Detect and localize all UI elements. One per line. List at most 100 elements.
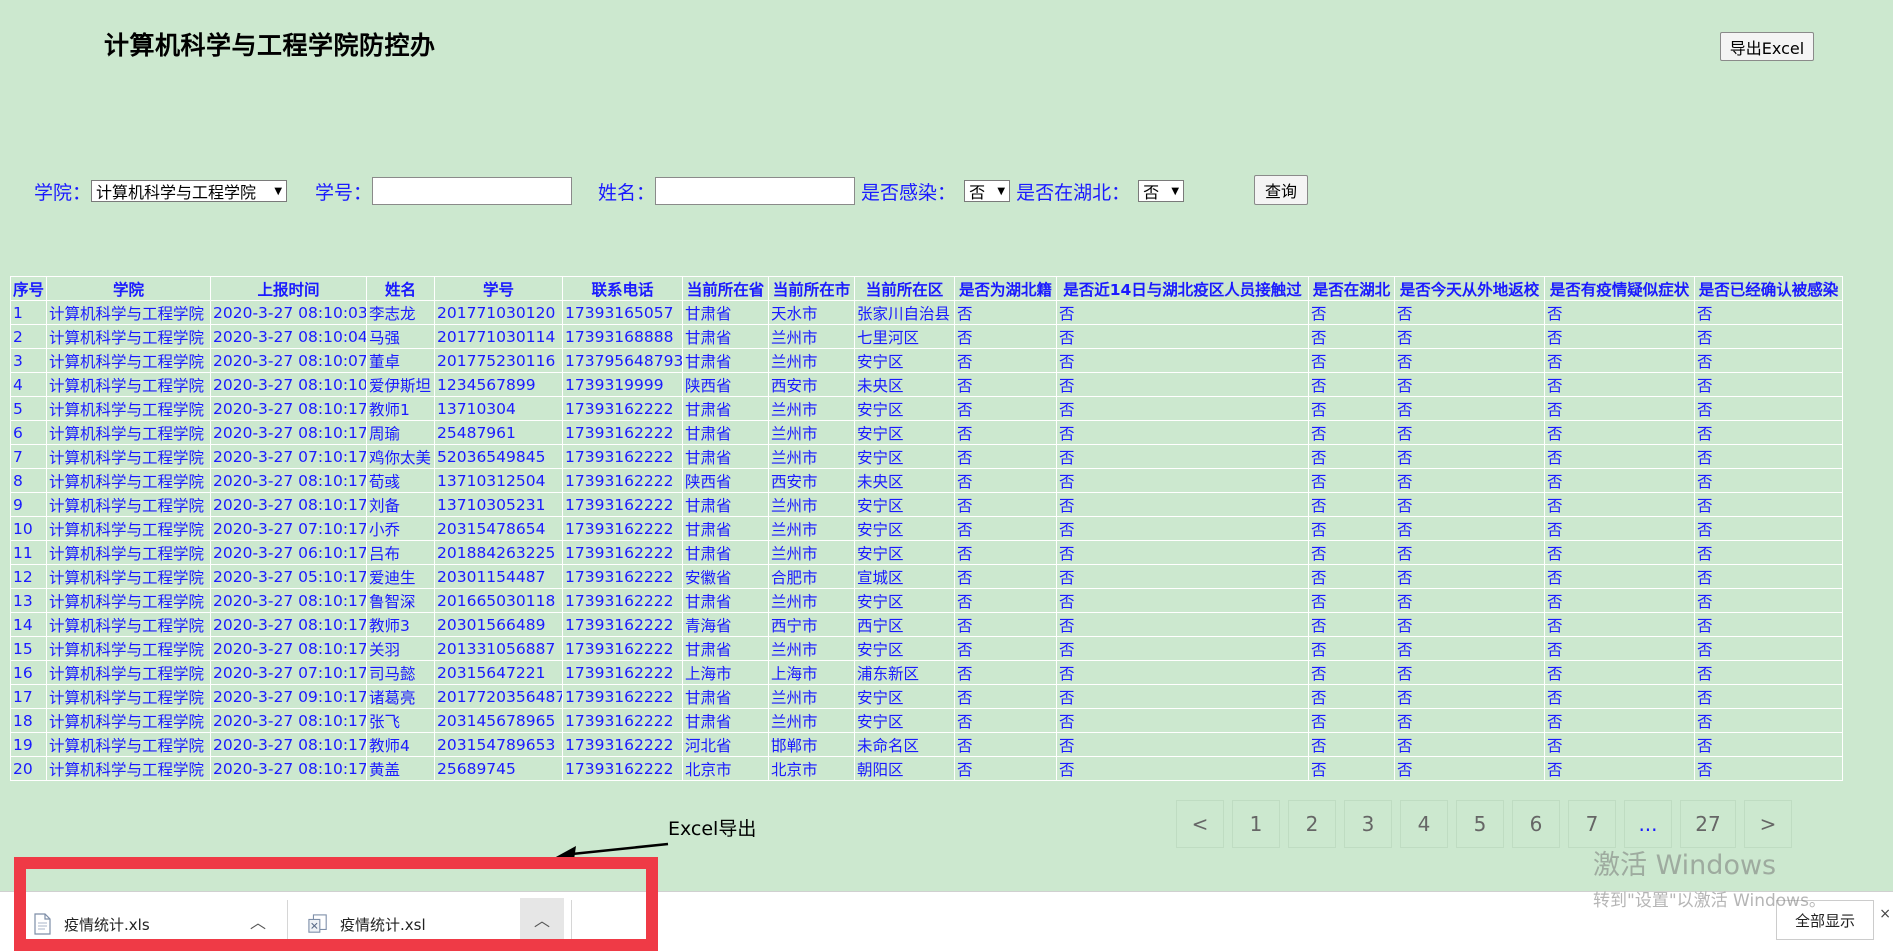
table-cell: 2020-3-27 08:10:17	[210, 396, 367, 421]
table-cell: 甘肃省	[682, 444, 769, 469]
table-cell: 否	[1056, 444, 1309, 469]
annotation-arrow-icon	[554, 842, 669, 860]
download-item-1-menu-button[interactable]: ︿	[236, 900, 280, 942]
table-cell: 2020-3-27 08:10:07	[210, 348, 367, 373]
infected-select[interactable]: 否 ▼	[964, 180, 1011, 202]
table-cell: 马强	[366, 324, 435, 349]
pagination-page-27[interactable]: 27	[1680, 800, 1736, 848]
column-header: 是否在湖北	[1308, 276, 1395, 301]
table-cell: 否	[954, 420, 1057, 445]
pagination-page-6[interactable]: 6	[1512, 800, 1560, 848]
table-cell: 黄盖	[366, 756, 435, 781]
pagination-page-7[interactable]: 7	[1568, 800, 1616, 848]
export-excel-button[interactable]: 导出Excel	[1720, 32, 1814, 61]
download-item-2-menu-button[interactable]: ︿	[520, 898, 564, 940]
table-cell: 安宁区	[854, 588, 955, 613]
table-cell: 19	[10, 732, 47, 757]
column-header: 姓名	[366, 276, 435, 301]
pagination-ellipsis[interactable]: ...	[1624, 800, 1672, 848]
table-cell: 14	[10, 612, 47, 637]
table-cell: 否	[954, 588, 1057, 613]
table-cell: 周瑜	[366, 420, 435, 445]
table-cell: 否	[1394, 324, 1545, 349]
table-cell: 河北省	[682, 732, 769, 757]
table-cell: 天水市	[768, 300, 855, 325]
download-item-1[interactable]: 疫情统计.xls	[32, 906, 150, 942]
table-cell: 计算机科学与工程学院	[46, 300, 211, 325]
table-cell: 否	[954, 636, 1057, 661]
table-cell: 否	[1544, 348, 1695, 373]
download-item-2[interactable]: 疫情统计.xsl	[308, 906, 426, 942]
table-cell: 17393162222	[562, 444, 683, 469]
table-cell: 否	[954, 444, 1057, 469]
table-cell: 7	[10, 444, 47, 469]
table-cell: 否	[1056, 660, 1309, 685]
table-cell: 教师4	[366, 732, 435, 757]
table-cell: 2020-3-27 07:10:17	[210, 660, 367, 685]
table-cell: 201775230116	[434, 348, 563, 373]
table-cell: 未央区	[854, 372, 955, 397]
table-cell: 甘肃省	[682, 324, 769, 349]
table-row: 16 计算机科学与工程学院 2020-3-27 07:10:17 司马懿 2031564…	[10, 660, 1843, 685]
table-cell: 否	[954, 540, 1057, 565]
table-cell: 否	[1308, 540, 1395, 565]
table-cell: 青海省	[682, 612, 769, 637]
table-cell: 17393162222	[562, 684, 683, 709]
table-cell: 否	[1394, 564, 1545, 589]
table-cell: 甘肃省	[682, 300, 769, 325]
table-cell: 否	[954, 468, 1057, 493]
pagination-page-1[interactable]: 1	[1232, 800, 1280, 848]
table-cell: 计算机科学与工程学院	[46, 756, 211, 781]
table-cell: 甘肃省	[682, 396, 769, 421]
pagination-page-2[interactable]: 2	[1288, 800, 1336, 848]
table-cell: 否	[1308, 372, 1395, 397]
pagination-page-3[interactable]: 3	[1344, 800, 1392, 848]
table-cell: 2	[10, 324, 47, 349]
close-download-bar-icon[interactable]: ×	[1879, 906, 1891, 922]
pagination-page-5[interactable]: 5	[1456, 800, 1504, 848]
table-cell: 否	[1308, 300, 1395, 325]
pagination-page-4[interactable]: 4	[1400, 800, 1448, 848]
table-cell: 3	[10, 348, 47, 373]
in-hubei-label: 是否在湖北：	[1016, 181, 1131, 204]
pagination-next-button[interactable]: >	[1744, 800, 1792, 848]
table-cell: 计算机科学与工程学院	[46, 660, 211, 685]
table-cell: 否	[1394, 420, 1545, 445]
table-cell: 否	[954, 708, 1057, 733]
table-cell: 否	[1544, 660, 1695, 685]
student-id-input[interactable]	[372, 177, 573, 205]
table-cell: 17393162222	[562, 588, 683, 613]
table-cell: 兰州市	[768, 636, 855, 661]
table-cell: 计算机科学与工程学院	[46, 372, 211, 397]
table-cell: 17393165057	[562, 300, 683, 325]
table-cell: 否	[1056, 636, 1309, 661]
table-cell: 否	[1694, 372, 1843, 397]
table-cell: 2017720356487	[434, 684, 563, 709]
table-cell: 13710312504	[434, 468, 563, 493]
table-cell: 25689745	[434, 756, 563, 781]
table-cell: 爱伊斯坦	[366, 372, 435, 397]
table-cell: 教师1	[366, 396, 435, 421]
name-input[interactable]	[655, 177, 856, 205]
college-select[interactable]: 计算机科学与工程学院 ▼	[91, 180, 288, 202]
table-cell: 甘肃省	[682, 540, 769, 565]
infected-label: 是否感染：	[861, 181, 957, 204]
page-title: 计算机科学与工程学院防控办	[104, 31, 436, 60]
table-cell: 否	[954, 324, 1057, 349]
in-hubei-select[interactable]: 否 ▼	[1138, 180, 1185, 202]
table-cell: 否	[1308, 708, 1395, 733]
column-header: 上报时间	[210, 276, 367, 301]
chevron-up-icon: ︿	[249, 913, 266, 932]
table-cell: 兰州市	[768, 396, 855, 421]
table-cell: 18	[10, 708, 47, 733]
table-cell: 北京市	[768, 756, 855, 781]
table-cell: 17393162222	[562, 612, 683, 637]
table-cell: 2020-3-27 08:10:17	[210, 588, 367, 613]
table-cell: 否	[1394, 612, 1545, 637]
query-button[interactable]: 查询	[1254, 175, 1308, 205]
pagination-prev-button[interactable]: <	[1176, 800, 1224, 848]
table-row: 1 计算机科学与工程学院 2020-3-27 08:10:03 李志龙 20177103…	[10, 300, 1843, 325]
table-cell: 否	[1056, 420, 1309, 445]
table-cell: 否	[954, 732, 1057, 757]
table-cell: 否	[1694, 348, 1843, 373]
